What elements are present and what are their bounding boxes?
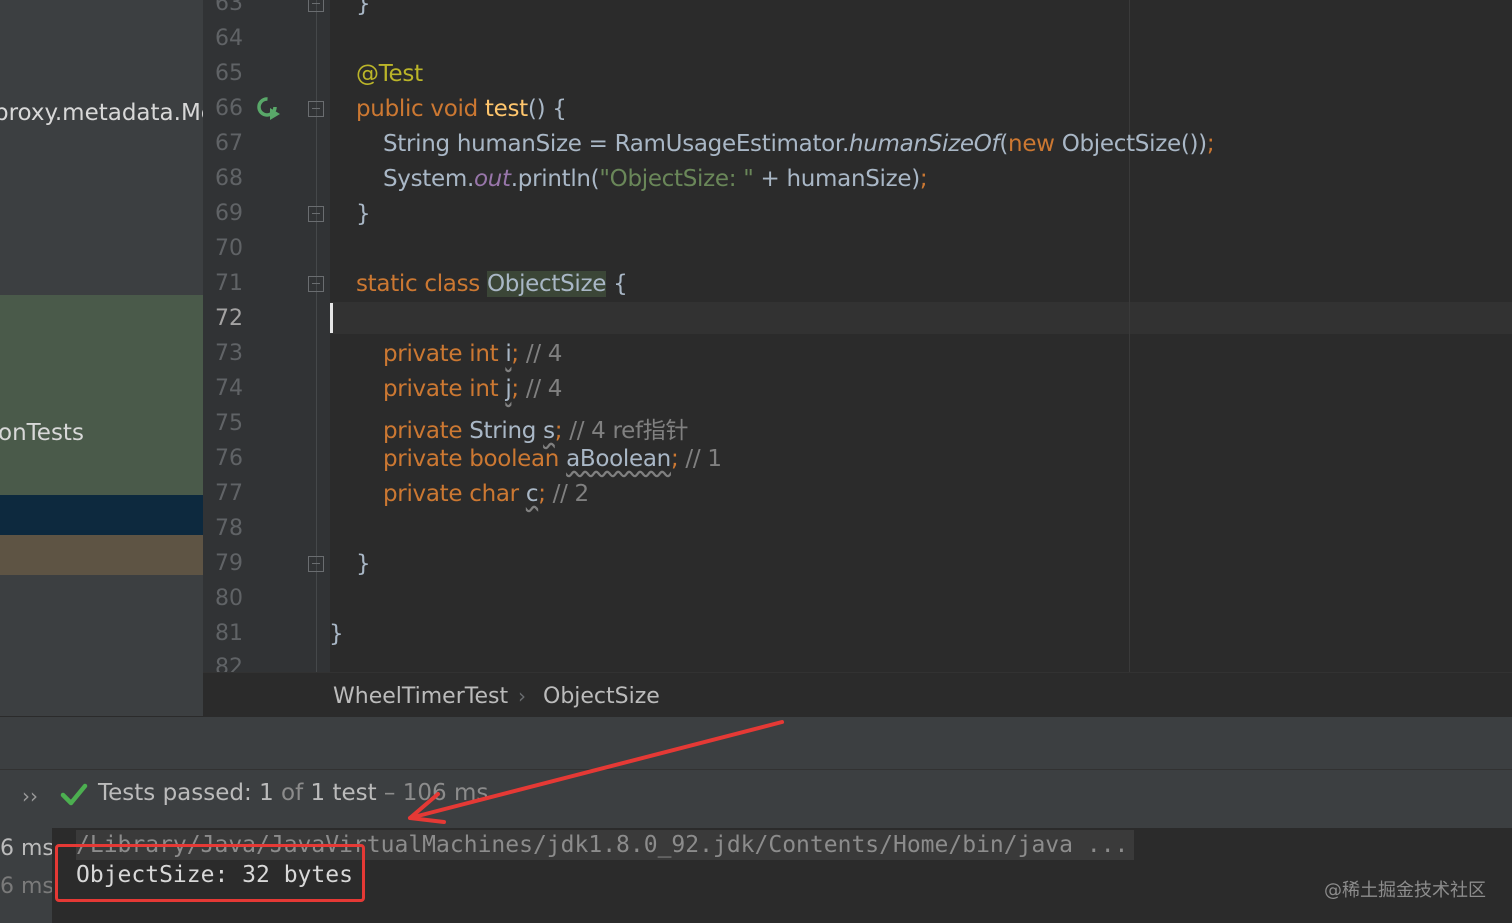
code-line-68: System.out.println("ObjectSize: " + huma… bbox=[383, 166, 928, 192]
code-line-76: private boolean aBoolean; // 1 bbox=[383, 446, 722, 472]
project-panel: proxy.metadata.Me onTests bbox=[0, 0, 203, 716]
code-line-71: static class ObjectSize { bbox=[356, 271, 628, 297]
line-number: 76 bbox=[215, 446, 243, 471]
line-number: 80 bbox=[215, 586, 243, 611]
current-line-highlight bbox=[330, 302, 1512, 334]
code-line-75: private String s; // 4 ref指针 bbox=[383, 418, 689, 444]
code-line-77: private char c; // 2 bbox=[383, 481, 589, 507]
line-number: 74 bbox=[215, 376, 243, 401]
line-number: 66 bbox=[215, 96, 243, 121]
line-number-current: 72 bbox=[215, 306, 243, 331]
code-line-69: } bbox=[356, 201, 371, 227]
highlight-box bbox=[55, 844, 365, 902]
line-number: 67 bbox=[215, 131, 243, 156]
fold-icon[interactable] bbox=[308, 556, 324, 572]
watermark: @稀土掘金技术社区 bbox=[1324, 880, 1486, 901]
code-line-79: } bbox=[356, 551, 371, 577]
right-margin-guide bbox=[1129, 0, 1130, 672]
line-number: 70 bbox=[215, 236, 243, 261]
line-number: 71 bbox=[215, 271, 243, 296]
line-number: 75 bbox=[215, 411, 243, 436]
line-number: 65 bbox=[215, 61, 243, 86]
code-line-74: private int j; // 4 bbox=[383, 376, 563, 402]
tree-row-highlight bbox=[0, 535, 203, 575]
line-number: 78 bbox=[215, 516, 243, 541]
code-line-66: public void test() { bbox=[356, 96, 567, 122]
line-number: 68 bbox=[215, 166, 243, 191]
tree-selection-highlight bbox=[0, 495, 203, 535]
fold-icon[interactable] bbox=[308, 206, 324, 222]
code-annotation: @Test bbox=[356, 61, 423, 87]
line-number: 77 bbox=[215, 481, 243, 506]
code-line-63: } bbox=[356, 0, 371, 17]
line-number: 79 bbox=[215, 551, 243, 576]
chevron-icon[interactable]: ›› bbox=[22, 784, 38, 808]
test-duration: 6 ms bbox=[0, 836, 54, 861]
line-number: 69 bbox=[215, 201, 243, 226]
code-line-73: private int i; // 4 bbox=[383, 341, 563, 367]
line-number: 64 bbox=[215, 26, 243, 51]
fold-icon[interactable] bbox=[308, 0, 324, 12]
project-tree-item-metadata[interactable]: proxy.metadata.Me bbox=[0, 100, 203, 126]
selected-test-highlight bbox=[0, 295, 203, 495]
line-number: 81 bbox=[215, 621, 243, 646]
code-line-81: } bbox=[329, 621, 344, 647]
fold-icon[interactable] bbox=[308, 276, 324, 292]
project-tree-item-tests[interactable]: onTests bbox=[0, 420, 84, 446]
code-line-67: String humanSize = RamUsageEstimator.hum… bbox=[383, 131, 1215, 157]
run-test-icon[interactable] bbox=[256, 96, 282, 122]
text-caret bbox=[330, 303, 333, 333]
fold-icon[interactable] bbox=[308, 101, 324, 117]
arrow-annotation bbox=[408, 720, 784, 824]
line-number: 63 bbox=[215, 0, 243, 16]
line-number: 73 bbox=[215, 341, 243, 366]
test-duration: 6 ms bbox=[0, 874, 54, 899]
check-icon bbox=[60, 783, 88, 806]
